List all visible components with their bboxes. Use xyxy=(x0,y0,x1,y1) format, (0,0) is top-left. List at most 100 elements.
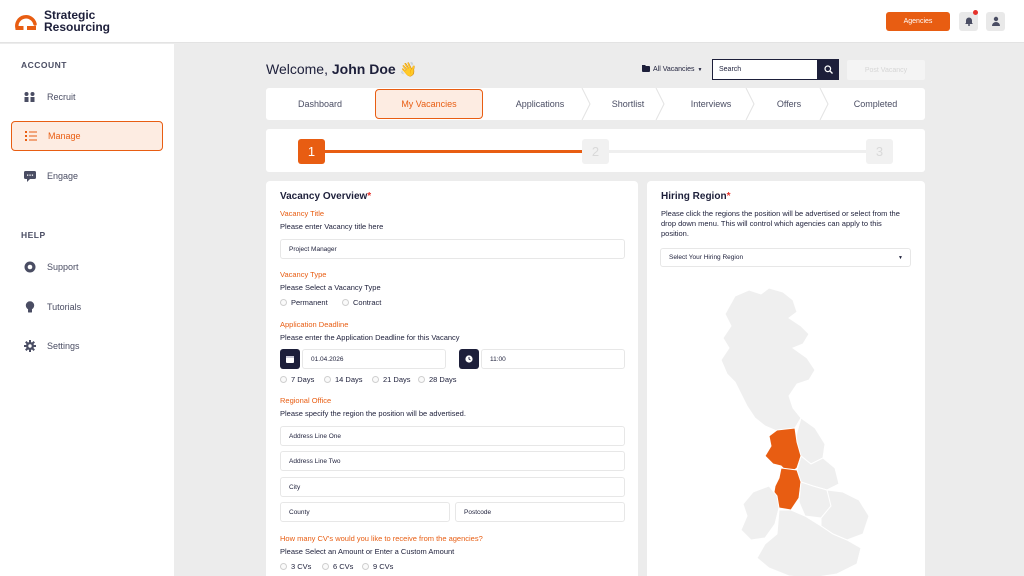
user-icon xyxy=(991,13,1001,31)
hiring-region-title: Hiring Region xyxy=(661,191,727,202)
user-menu-button[interactable] xyxy=(986,12,1005,31)
tab-offers[interactable]: Offers xyxy=(756,88,822,120)
sidebar-item-tutorials[interactable]: Tutorials xyxy=(11,292,163,322)
vacancy-title-help: Please enter Vacancy title here xyxy=(280,222,384,231)
radio-label: 21 Days xyxy=(383,375,411,384)
search-input[interactable]: Search xyxy=(712,59,817,80)
vacancy-title-input[interactable]: Project Manager xyxy=(280,239,625,259)
radio-label: 14 Days xyxy=(335,375,363,384)
deadline-help: Please enter the Application Deadline fo… xyxy=(280,333,460,342)
radio-6-cvs[interactable]: 6 CVs xyxy=(322,562,353,571)
card-title: Hiring Region* xyxy=(661,191,730,202)
logo-mark-icon xyxy=(14,9,38,33)
radio-label: Contract xyxy=(353,298,382,307)
tab-completed[interactable]: Completed xyxy=(826,88,925,120)
post-vacancy-button[interactable]: Post Vacancy xyxy=(847,60,925,80)
step-3[interactable]: 3 xyxy=(866,139,893,164)
tab-my-vacancies[interactable]: My Vacancies xyxy=(375,89,483,119)
logo-text: Strategic Resourcing xyxy=(44,9,110,33)
radio-9-cvs[interactable]: 9 CVs xyxy=(362,562,393,571)
radio-dot xyxy=(342,299,349,306)
radio-dot xyxy=(322,563,329,570)
radio-14-days[interactable]: 14 Days xyxy=(324,375,363,384)
radio-label: 7 Days xyxy=(291,375,315,384)
radio-dot xyxy=(280,563,287,570)
tab-dashboard[interactable]: Dashboard xyxy=(266,88,374,120)
sidebar-item-manage[interactable]: Manage xyxy=(11,121,163,151)
vacancy-filter-dropdown[interactable]: All Vacancies ▼ xyxy=(642,65,702,74)
address-line-one-input[interactable]: Address Line One xyxy=(280,426,625,446)
tab-interviews[interactable]: Interviews xyxy=(666,88,756,120)
clock-icon xyxy=(465,350,473,368)
cvs-help: Please Select an Amount or Enter a Custo… xyxy=(280,547,455,556)
radio-contract[interactable]: Contract xyxy=(342,298,381,307)
required-mark: * xyxy=(726,191,731,202)
deadline-date-input[interactable]: 01.04.2026 xyxy=(302,349,446,369)
radio-dot xyxy=(280,299,287,306)
help-heading: HELP xyxy=(21,230,46,240)
calendar-button[interactable] xyxy=(280,349,300,369)
radio-7-days[interactable]: 7 Days xyxy=(280,375,314,384)
map-region-scotland xyxy=(720,287,816,433)
sidebar-item-label: Support xyxy=(47,262,79,272)
folder-icon xyxy=(642,65,650,74)
radio-dot xyxy=(372,376,379,383)
cvs-label: How many CV's would you like to receive … xyxy=(280,534,483,543)
bell-icon xyxy=(964,13,974,31)
chevron-down-icon: ▼ xyxy=(898,254,903,261)
chat-icon xyxy=(23,170,36,183)
vacancy-title-label: Vacancy Title xyxy=(280,209,325,218)
card-title: Vacancy Overview* xyxy=(280,191,371,202)
sidebar-item-settings[interactable]: Settings xyxy=(11,331,163,361)
radio-label: 9 CVs xyxy=(373,562,394,571)
step-progress-line xyxy=(324,150,584,153)
step-remaining-line xyxy=(609,150,867,153)
logo[interactable]: Strategic Resourcing xyxy=(14,9,110,33)
address-line-two-input[interactable]: Address Line Two xyxy=(280,451,625,471)
vacancy-type-help: Please Select a Vacancy Type xyxy=(280,283,381,292)
radio-dot xyxy=(324,376,331,383)
radio-label: 6 CVs xyxy=(333,562,354,571)
city-input[interactable]: City xyxy=(280,477,625,497)
search-button[interactable] xyxy=(817,59,839,80)
radio-label: Permanent xyxy=(291,298,328,307)
account-heading: ACCOUNT xyxy=(21,60,67,70)
postcode-input[interactable]: Postcode xyxy=(455,502,625,522)
tab-applications[interactable]: Applications xyxy=(488,88,592,120)
hiring-region-card: Hiring Region* Please click the regions … xyxy=(647,181,925,576)
agencies-button[interactable]: Agencies xyxy=(886,12,950,31)
radio-dot xyxy=(280,376,287,383)
sidebar-item-support[interactable]: Support xyxy=(11,252,163,282)
tab-separator xyxy=(581,88,591,120)
tab-separator xyxy=(819,88,829,120)
radio-dot xyxy=(362,563,369,570)
list-icon xyxy=(24,130,37,143)
support-icon xyxy=(23,261,36,274)
sidebar: ACCOUNT Recruit Manage Engage HELP Suppo… xyxy=(0,44,174,576)
welcome-heading: Welcome, John Doe 👋 xyxy=(266,61,417,78)
radio-permanent[interactable]: Permanent xyxy=(280,298,328,307)
vacancy-overview-card: Vacancy Overview* Vacancy Title Please e… xyxy=(266,181,638,576)
sidebar-item-label: Settings xyxy=(47,341,80,351)
radio-28-days[interactable]: 28 Days xyxy=(418,375,457,384)
radio-21-days[interactable]: 21 Days xyxy=(372,375,411,384)
notifications-button[interactable] xyxy=(959,10,978,31)
hiring-region-select-label: Select Your Hiring Region xyxy=(669,254,744,261)
sidebar-item-label: Tutorials xyxy=(47,302,82,312)
progress-stepper: 1 2 3 xyxy=(266,129,925,172)
chevron-down-icon: ▼ xyxy=(697,66,703,73)
hiring-region-select[interactable]: Select Your Hiring Region ▼ xyxy=(660,248,911,267)
regional-office-help: Please specify the region the position w… xyxy=(280,409,466,418)
lightbulb-icon xyxy=(23,301,36,314)
deadline-time-input[interactable]: 11:00 xyxy=(481,349,625,369)
radio-3-cvs[interactable]: 3 CVs xyxy=(280,562,311,571)
clock-button[interactable] xyxy=(459,349,479,369)
sidebar-item-engage[interactable]: Engage xyxy=(11,161,163,191)
tab-separator xyxy=(745,88,755,120)
uk-region-map[interactable] xyxy=(697,286,912,576)
step-1[interactable]: 1 xyxy=(298,139,325,164)
county-input[interactable]: County xyxy=(280,502,450,522)
step-2[interactable]: 2 xyxy=(582,139,609,164)
radio-label: 28 Days xyxy=(429,375,457,384)
sidebar-item-recruit[interactable]: Recruit xyxy=(11,82,163,112)
